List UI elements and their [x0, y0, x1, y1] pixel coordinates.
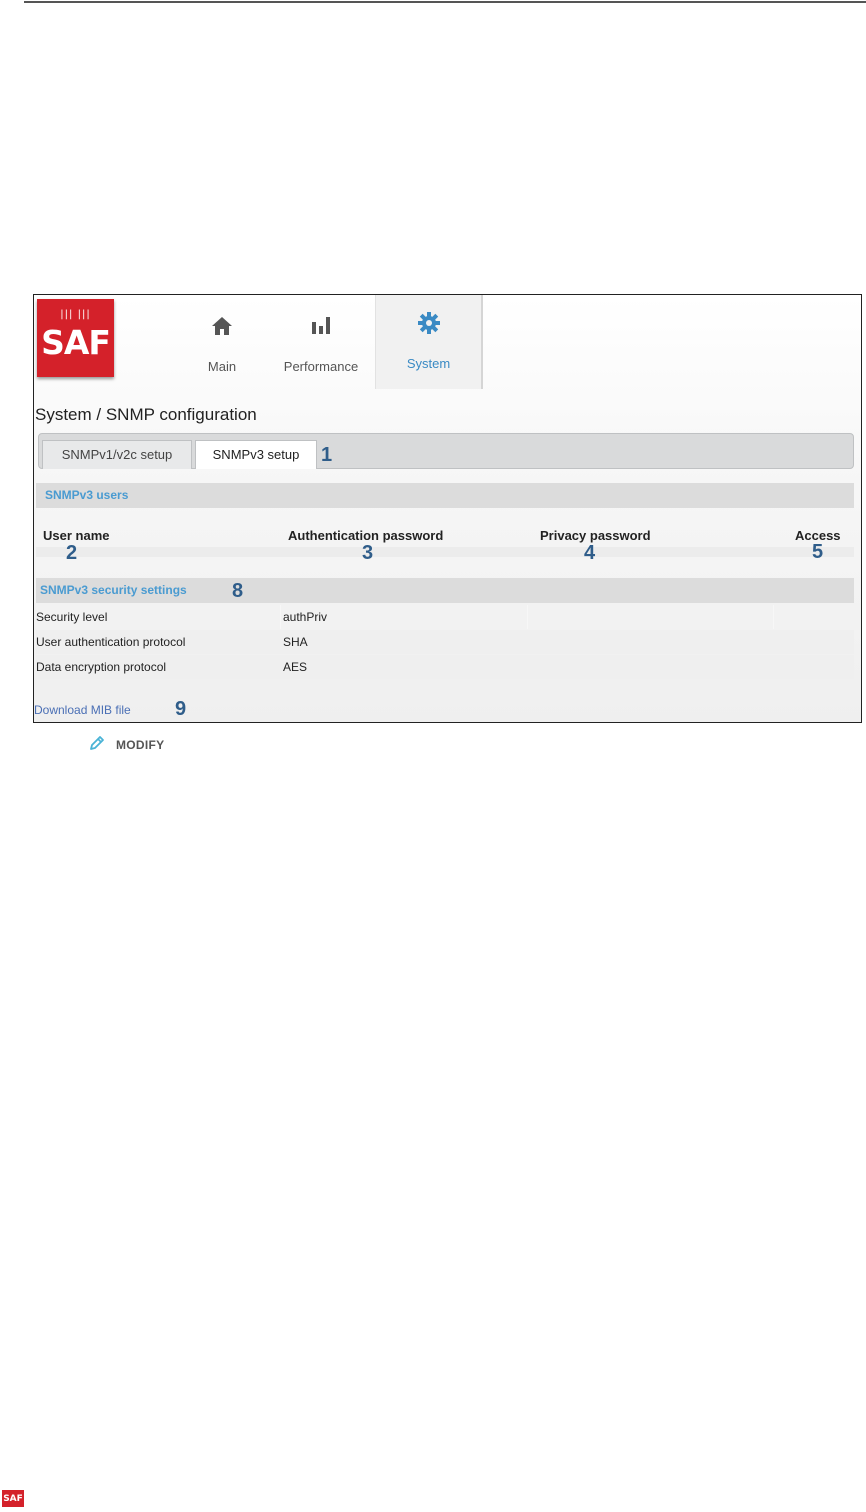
tab-snmpv3-setup[interactable]: SNMPv3 setup: [195, 440, 317, 469]
nav-main[interactable]: Main: [194, 295, 250, 389]
download-mib-file-link[interactable]: Download MIB file: [34, 703, 131, 717]
nav-performance[interactable]: Performance: [278, 295, 364, 389]
settings-row-security-level: Security level authPriv: [36, 605, 854, 629]
modify-button[interactable]: MODIFY: [88, 734, 164, 755]
data-encryption-protocol-label: Data encryption protocol: [36, 660, 167, 674]
security-level-value: authPriv: [283, 610, 328, 624]
snmpv3-security-settings-title: SNMPv3 security settings: [40, 583, 187, 597]
modify-label: MODIFY: [116, 737, 165, 752]
column-user-name: User name: [43, 528, 110, 543]
pencil-icon: [88, 734, 106, 755]
nav-system-label: System: [406, 356, 451, 371]
footer-saf-logo: SAF: [2, 1490, 24, 1507]
snmpv3-security-settings-header: SNMPv3 security settings: [36, 578, 854, 603]
page-title: System / SNMP configuration: [35, 405, 257, 424]
column-privacy-password: Privacy password: [540, 528, 651, 543]
callout-marker-1: 1: [321, 444, 333, 466]
callout-marker-9: 9: [175, 698, 187, 720]
home-icon: [194, 315, 250, 337]
callout-marker-2: 2: [66, 542, 78, 564]
callout-marker-8: 8: [232, 580, 244, 602]
app-screenshot: ||| ||| SAF Main Performance System Syst…: [33, 294, 862, 723]
callout-marker-3: 3: [362, 542, 374, 564]
tab-snmpv1-v2c-setup[interactable]: SNMPv1/v2c setup: [42, 440, 192, 469]
page-top-rule: [24, 1, 866, 3]
gear-icon: [376, 311, 481, 335]
user-authentication-protocol-value: SHA: [283, 635, 308, 649]
settings-row-data-encryption-protocol: Data encryption protocol AES: [36, 655, 854, 679]
settings-row-user-authentication-protocol: User authentication protocol SHA: [36, 630, 854, 654]
data-encryption-protocol-value: AES: [283, 660, 308, 674]
logo-text: SAF: [41, 323, 111, 362]
saf-logo: ||| ||| SAF: [37, 299, 114, 377]
snmpv3-users-header: SNMPv3 users: [36, 483, 854, 508]
column-authentication-password: Authentication password: [288, 528, 444, 543]
tabs-bar: SNMPv1/v2c setup SNMPv3 setup: [38, 433, 854, 469]
logo-bars: ||| |||: [60, 309, 91, 320]
nav-main-label: Main: [207, 359, 237, 374]
bar-chart-icon: [278, 315, 364, 335]
nav-system[interactable]: System: [375, 295, 483, 389]
security-level-label: Security level: [36, 610, 108, 624]
user-authentication-protocol-label: User authentication protocol: [36, 635, 186, 649]
nav-performance-label: Performance: [283, 359, 359, 374]
callout-marker-4: 4: [584, 542, 596, 564]
callout-marker-5: 5: [812, 541, 824, 563]
users-table-row: [36, 547, 854, 557]
snmpv3-users-title: SNMPv3 users: [45, 488, 129, 502]
